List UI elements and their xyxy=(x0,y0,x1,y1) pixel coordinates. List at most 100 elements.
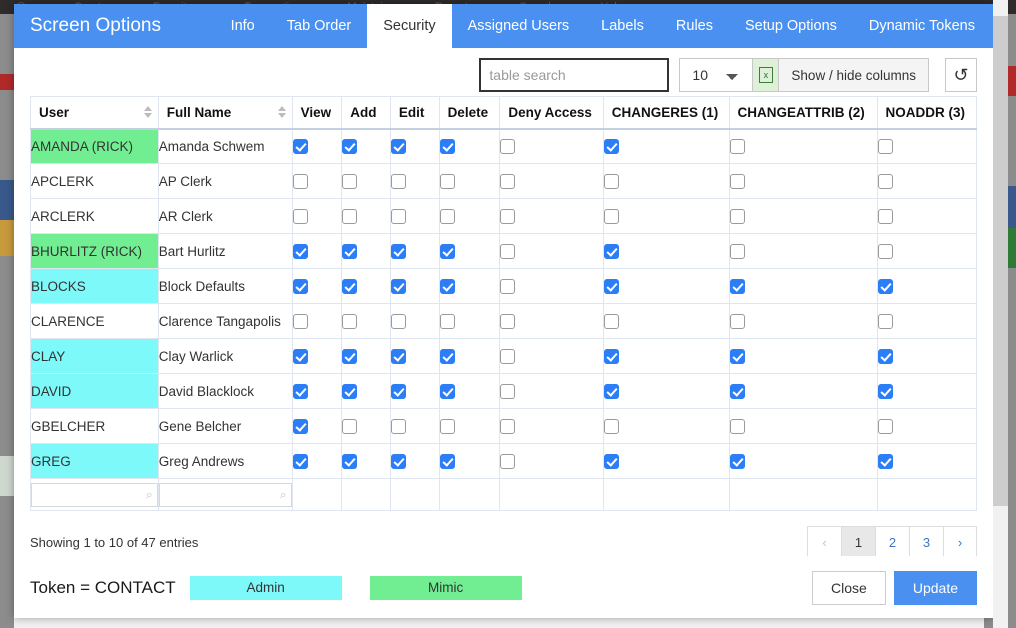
checkbox-view[interactable] xyxy=(292,418,308,434)
user-filter-input[interactable] xyxy=(31,482,158,507)
checkbox-view[interactable] xyxy=(292,139,308,155)
checkbox-add[interactable] xyxy=(342,313,358,329)
checkbox-noaddr[interactable] xyxy=(877,243,893,259)
checkbox-changeattrib[interactable] xyxy=(729,278,745,294)
table-row[interactable]: CLAY Clay Warlick xyxy=(30,338,978,374)
tab-labels[interactable]: Labels xyxy=(585,4,660,48)
checkbox-edit[interactable] xyxy=(390,173,406,189)
table-search-input[interactable] xyxy=(479,58,670,92)
table-row[interactable]: ARCLERK AR Clerk xyxy=(30,198,978,234)
full-name-filter-input[interactable] xyxy=(158,482,292,507)
checkbox-edit[interactable] xyxy=(390,243,406,259)
checkbox-edit[interactable] xyxy=(390,418,406,434)
checkbox-noaddr[interactable] xyxy=(877,348,893,364)
checkbox-noaddr[interactable] xyxy=(877,139,893,155)
page-length-select[interactable]: 102550100 xyxy=(679,58,754,92)
checkbox-view[interactable] xyxy=(292,173,308,189)
checkbox-noaddr[interactable] xyxy=(877,383,893,399)
pagination-page-3[interactable]: 3 xyxy=(909,526,943,556)
col-header-user[interactable]: User xyxy=(30,96,159,130)
checkbox-delete[interactable] xyxy=(439,383,455,399)
tab-assigned-users[interactable]: Assigned Users xyxy=(452,4,586,48)
col-header-add[interactable]: Add xyxy=(341,96,391,130)
checkbox-view[interactable] xyxy=(292,208,308,224)
col-header-changeres[interactable]: CHANGERES (1) xyxy=(602,96,730,130)
checkbox-deny-access[interactable] xyxy=(500,453,516,469)
checkbox-view[interactable] xyxy=(292,348,308,364)
checkbox-edit[interactable] xyxy=(390,313,406,329)
checkbox-changeres[interactable] xyxy=(603,243,619,259)
checkbox-changeattrib[interactable] xyxy=(729,139,745,155)
table-row[interactable]: BHURLITZ (RICK) Bart Hurlitz xyxy=(30,233,978,269)
checkbox-deny-access[interactable] xyxy=(500,173,516,189)
checkbox-deny-access[interactable] xyxy=(500,243,516,259)
checkbox-delete[interactable] xyxy=(439,208,455,224)
tab-security[interactable]: Security xyxy=(367,4,452,48)
reset-icon[interactable]: ↺ xyxy=(945,58,977,92)
checkbox-add[interactable] xyxy=(342,173,358,189)
pagination-page-1[interactable]: 1 xyxy=(841,526,875,556)
checkbox-deny-access[interactable] xyxy=(500,139,516,155)
col-header-full-name[interactable]: Full Name xyxy=(157,96,293,130)
checkbox-changeattrib[interactable] xyxy=(729,208,745,224)
table-row[interactable]: APCLERK AP Clerk xyxy=(30,163,978,199)
checkbox-deny-access[interactable] xyxy=(500,278,516,294)
checkbox-changeres[interactable] xyxy=(603,173,619,189)
checkbox-view[interactable] xyxy=(292,313,308,329)
checkbox-changeattrib[interactable] xyxy=(729,173,745,189)
checkbox-edit[interactable] xyxy=(390,383,406,399)
checkbox-noaddr[interactable] xyxy=(877,418,893,434)
checkbox-delete[interactable] xyxy=(439,139,455,155)
tab-info[interactable]: Info xyxy=(215,4,271,48)
checkbox-edit[interactable] xyxy=(390,139,406,155)
col-header-view[interactable]: View xyxy=(291,96,343,130)
checkbox-deny-access[interactable] xyxy=(500,348,516,364)
page-scrollbar[interactable] xyxy=(993,0,1008,628)
checkbox-noaddr[interactable] xyxy=(877,173,893,189)
checkbox-delete[interactable] xyxy=(439,278,455,294)
checkbox-add[interactable] xyxy=(342,278,358,294)
show-hide-columns-button[interactable]: Show / hide columns xyxy=(779,58,929,92)
checkbox-delete[interactable] xyxy=(439,418,455,434)
col-header-changeattrib[interactable]: CHANGEATTRIB (2) xyxy=(728,96,878,130)
checkbox-add[interactable] xyxy=(342,453,358,469)
update-button[interactable]: Update xyxy=(893,570,977,605)
col-header-noaddr[interactable]: NOADDR (3) xyxy=(876,96,978,130)
checkbox-changeres[interactable] xyxy=(603,383,619,399)
checkbox-changeattrib[interactable] xyxy=(729,243,745,259)
checkbox-add[interactable] xyxy=(342,418,358,434)
table-row[interactable]: BLOCKS Block Defaults xyxy=(30,268,978,304)
checkbox-delete[interactable] xyxy=(439,243,455,259)
col-header-deny-access[interactable]: Deny Access xyxy=(499,96,604,130)
table-row[interactable]: AMANDA (RICK) Amanda Schwem xyxy=(30,128,978,164)
checkbox-changeattrib[interactable] xyxy=(729,313,745,329)
checkbox-view[interactable] xyxy=(292,278,308,294)
pagination-page-2[interactable]: 2 xyxy=(875,526,909,556)
checkbox-delete[interactable] xyxy=(439,453,455,469)
checkbox-deny-access[interactable] xyxy=(500,313,516,329)
checkbox-changeres[interactable] xyxy=(603,418,619,434)
checkbox-add[interactable] xyxy=(342,208,358,224)
checkbox-delete[interactable] xyxy=(439,313,455,329)
excel-export-icon[interactable]: x xyxy=(753,58,780,92)
table-row[interactable]: DAVID David Blacklock xyxy=(30,373,978,409)
checkbox-changeres[interactable] xyxy=(603,453,619,469)
col-header-delete[interactable]: Delete xyxy=(438,96,501,130)
checkbox-changeres[interactable] xyxy=(603,208,619,224)
checkbox-changeattrib[interactable] xyxy=(729,418,745,434)
checkbox-add[interactable] xyxy=(342,383,358,399)
checkbox-add[interactable] xyxy=(342,139,358,155)
tab-setup-options[interactable]: Setup Options xyxy=(729,4,853,48)
checkbox-view[interactable] xyxy=(292,383,308,399)
checkbox-edit[interactable] xyxy=(390,348,406,364)
checkbox-edit[interactable] xyxy=(390,453,406,469)
table-row[interactable]: GREG Greg Andrews xyxy=(30,443,978,479)
checkbox-changeres[interactable] xyxy=(603,348,619,364)
checkbox-noaddr[interactable] xyxy=(877,313,893,329)
checkbox-noaddr[interactable] xyxy=(877,208,893,224)
pagination-next[interactable]: › xyxy=(943,526,977,556)
checkbox-add[interactable] xyxy=(342,243,358,259)
checkbox-changeattrib[interactable] xyxy=(729,383,745,399)
col-header-edit[interactable]: Edit xyxy=(389,96,440,130)
tab-rules[interactable]: Rules xyxy=(660,4,729,48)
